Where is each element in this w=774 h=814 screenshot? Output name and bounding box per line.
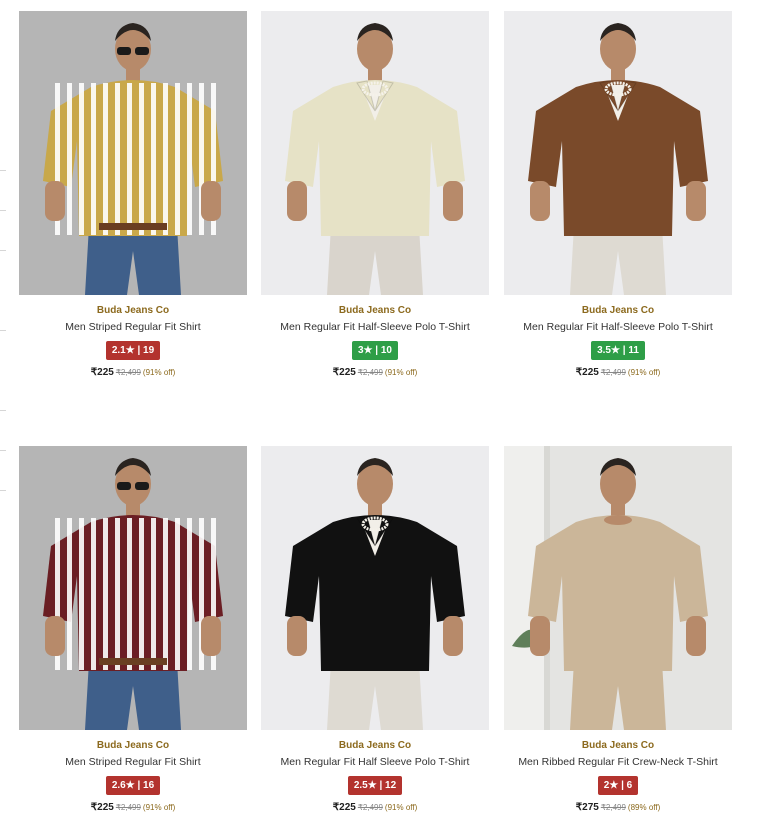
edge-divider	[0, 490, 6, 491]
edge-divider	[0, 250, 6, 251]
selling-price: ₹225	[332, 367, 356, 378]
product-image[interactable]	[504, 446, 732, 730]
product-brand: Buda Jeans Co	[96, 305, 170, 316]
selling-price: ₹275	[575, 802, 599, 813]
product-card[interactable]: Buda Jeans Co Men Ribbed Regular Fit Crew…	[504, 446, 732, 814]
product-title[interactable]: Men Regular Fit Half-Sleeve Polo T-Shirt	[504, 321, 732, 334]
rating-badge: 2.5★ | 12	[347, 776, 403, 795]
rating-badge: 3★ | 10	[351, 341, 398, 360]
product-photo-art	[261, 11, 489, 295]
price-line: ₹225 ₹2,499 (91% off)	[504, 367, 732, 379]
product-image[interactable]	[261, 11, 489, 295]
original-price: ₹2,499	[115, 368, 141, 377]
product-title[interactable]: Men Regular Fit Half Sleeve Polo T-Shirt	[261, 756, 489, 769]
rating-badge: 3.5★ | 11	[591, 341, 645, 360]
edge-divider	[0, 210, 6, 211]
product-card[interactable]: Buda Jeans Co Men Regular Fit Half-Sleeve…	[261, 11, 489, 379]
price-line: ₹225 ₹2,499 (91% off)	[261, 367, 489, 379]
price-line: ₹225 ₹2,499 (91% off)	[261, 802, 489, 814]
product-title[interactable]: Men Striped Regular Fit Shirt	[19, 756, 247, 769]
rating-badge: 2★ | 6	[597, 776, 639, 795]
price-line: ₹225 ₹2,499 (91% off)	[19, 367, 247, 379]
original-price: ₹2,499	[115, 803, 141, 812]
edge-divider	[0, 330, 6, 331]
discount-label: (91% off)	[142, 368, 176, 377]
original-price: ₹2,499	[600, 803, 626, 812]
original-price: ₹2,499	[600, 368, 626, 377]
product-card[interactable]: Buda Jeans Co Men Regular Fit Half-Sleeve…	[504, 11, 732, 379]
product-brand: Buda Jeans Co	[581, 740, 655, 751]
product-photo-art	[19, 11, 247, 295]
discount-label: (91% off)	[384, 803, 418, 812]
product-photo-art	[504, 11, 732, 295]
selling-price: ₹225	[90, 802, 114, 813]
edge-divider	[0, 410, 6, 411]
product-image[interactable]	[19, 11, 247, 295]
product-photo-art	[19, 446, 247, 730]
product-card[interactable]: Buda Jeans Co Men Regular Fit Half Sleeve…	[261, 446, 489, 814]
rating-badge: 2.6★ | 16	[105, 776, 161, 795]
selling-price: ₹225	[575, 367, 599, 378]
product-image[interactable]	[261, 446, 489, 730]
edge-divider	[0, 450, 6, 451]
product-image[interactable]	[504, 11, 732, 295]
product-title[interactable]: Men Striped Regular Fit Shirt	[19, 321, 247, 334]
discount-label: (91% off)	[627, 368, 661, 377]
product-photo-art	[261, 446, 489, 730]
product-grid: Buda Jeans Co Men Striped Regular Fit Shi…	[0, 0, 774, 813]
product-brand: Buda Jeans Co	[338, 740, 412, 751]
product-card[interactable]: Buda Jeans Co Men Striped Regular Fit Shi…	[19, 446, 247, 814]
product-brand: Buda Jeans Co	[338, 305, 412, 316]
product-brand: Buda Jeans Co	[581, 305, 655, 316]
price-line: ₹275 ₹2,499 (89% off)	[504, 802, 732, 814]
discount-label: (91% off)	[142, 803, 176, 812]
product-brand: Buda Jeans Co	[96, 740, 170, 751]
product-title[interactable]: Men Regular Fit Half-Sleeve Polo T-Shirt	[261, 321, 489, 334]
price-line: ₹225 ₹2,499 (91% off)	[19, 802, 247, 814]
original-price: ₹2,499	[357, 803, 383, 812]
original-price: ₹2,499	[357, 368, 383, 377]
product-card[interactable]: Buda Jeans Co Men Striped Regular Fit Shi…	[19, 11, 247, 379]
rating-badge: 2.1★ | 19	[105, 341, 161, 360]
product-image[interactable]	[19, 446, 247, 730]
product-title[interactable]: Men Ribbed Regular Fit Crew-Neck T-Shirt	[504, 756, 732, 769]
discount-label: (91% off)	[384, 368, 418, 377]
selling-price: ₹225	[332, 802, 356, 813]
edge-divider	[0, 170, 6, 171]
product-photo-art	[504, 446, 732, 730]
selling-price: ₹225	[90, 367, 114, 378]
discount-label: (89% off)	[627, 803, 661, 812]
